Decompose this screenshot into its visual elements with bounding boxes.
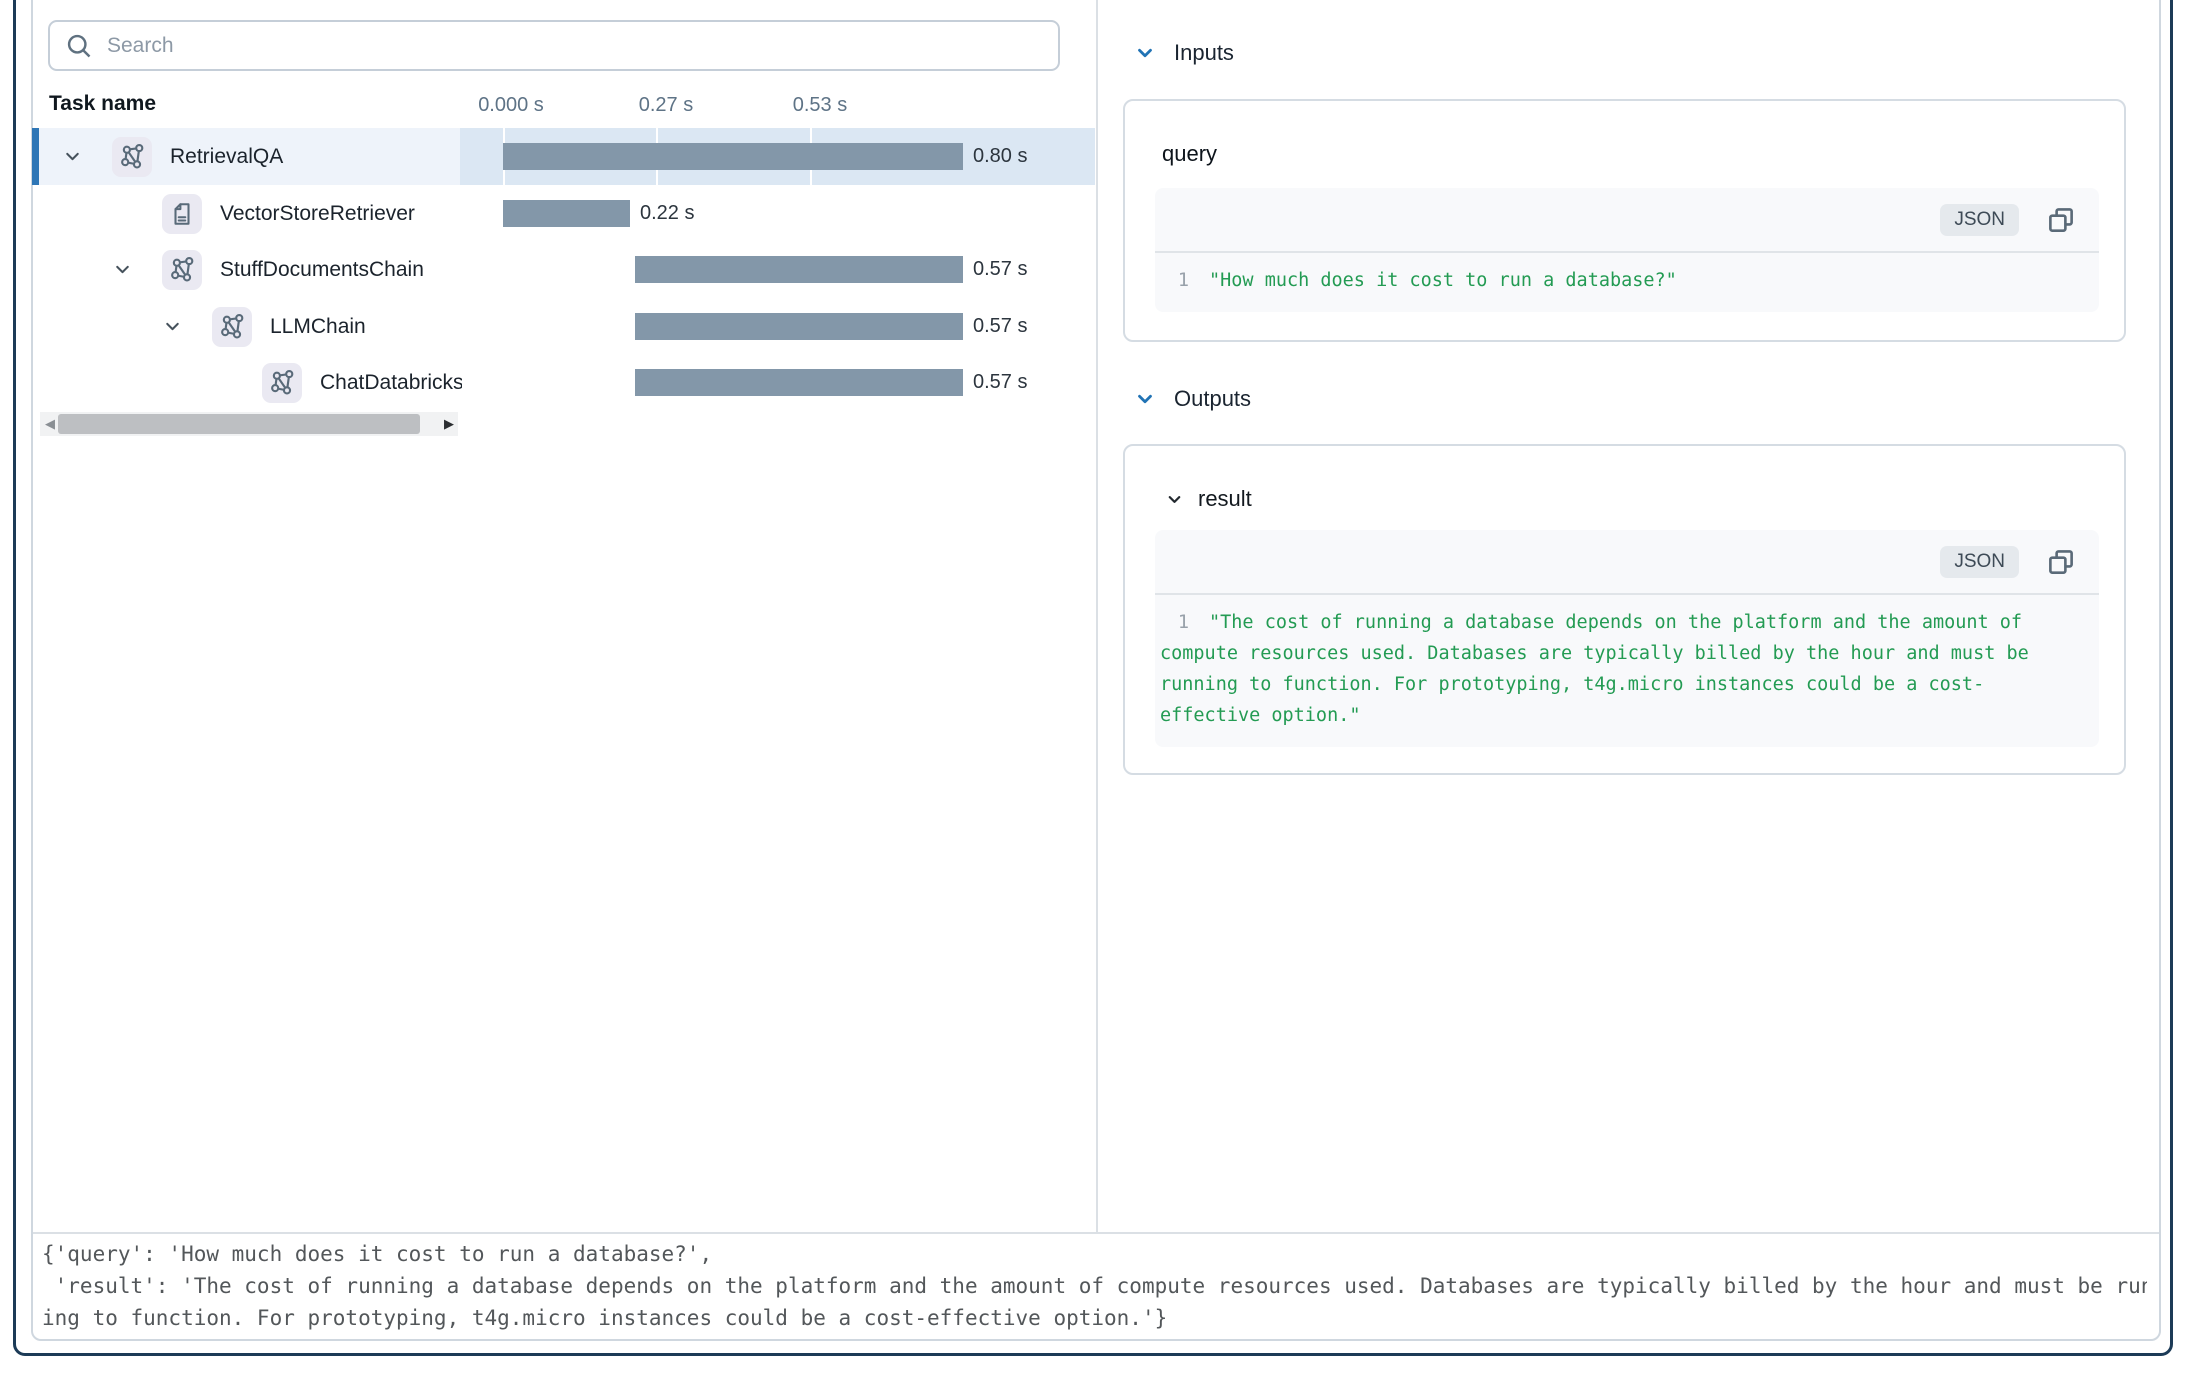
query-field-label: query [1162,141,1217,167]
output-result-card: result JSON 1"The cost of running a data… [1123,444,2126,775]
copy-button[interactable] [2045,546,2077,578]
span-name-label: RetrievalQA [170,145,283,169]
duration-label: 0.57 s [973,298,1027,355]
duration-bar [503,143,963,170]
duration-label: 0.22 s [640,185,694,242]
span-name-cell: StuffDocumentsChain [32,241,462,298]
result-code-block: JSON 1"The cost of running a database de… [1155,530,2099,747]
code-text: compute resources used. Databases are ty… [1155,638,2029,669]
code-text: "How much does it cost to run a database… [1189,265,1677,296]
line-number: 1 [1155,265,1189,296]
code-text: running to function. For prototyping, t4… [1155,669,1984,700]
outputs-title: Outputs [1174,386,1251,412]
chain-span-icon [212,307,252,347]
line-number: 1 [1155,607,1189,638]
code-line: effective option." [1155,700,2099,731]
console-line: ing to function. For prototyping, t4g.mi… [42,1302,2147,1334]
duration-bar [635,256,963,283]
query-code-content: 1"How much does it cost to run a databas… [1155,253,2099,312]
inputs-title: Inputs [1174,40,1234,66]
trace-widget-bottom-border [33,1232,2159,1234]
search-icon [65,32,93,60]
expander-chevron-icon[interactable] [62,146,112,167]
search-input[interactable] [93,22,1058,69]
code-line: 1"The cost of running a database depends… [1155,607,2099,638]
copy-icon [2046,547,2076,577]
task-name-column-header: Task name [49,92,156,116]
span-name-label: ChatDatabricks [320,371,462,395]
span-row-VectorStoreRetriever[interactable]: VectorStoreRetriever 0.22 s [32,185,1095,242]
span-name-label: LLMChain [270,315,366,339]
duration-bar [503,200,630,227]
span-row-RetrievalQA[interactable]: RetrievalQA 0.80 s [32,128,1095,185]
time-axis-tick: 0.27 s [606,94,726,117]
code-line: compute resources used. Databases are ty… [1155,638,2099,669]
span-row-LLMChain[interactable]: LLMChain 0.57 s [32,298,1095,355]
result-code-content: 1"The cost of running a database depends… [1155,595,2099,747]
duration-label: 0.57 s [973,241,1027,298]
scroll-left-arrow-icon[interactable]: ◀ [42,412,58,436]
chain-span-icon [162,250,202,290]
result-collapse-chevron-icon[interactable] [1165,490,1184,509]
inputs-section-header: Inputs [1134,40,1234,66]
chain-span-icon [262,363,302,403]
input-query-card: query JSON 1"How much does it cost to ru… [1123,99,2126,342]
inputs-collapse-chevron-icon[interactable] [1134,42,1156,64]
duration-label: 0.80 s [973,128,1027,185]
span-row-StuffDocumentsChain[interactable]: StuffDocumentsChain 0.57 s [32,241,1095,298]
console-line: {'query': 'How much does it cost to run … [42,1238,2147,1270]
retriever-document-icon [162,194,202,234]
result-field-label: result [1198,486,1252,512]
outputs-section-header: Outputs [1134,386,1251,412]
span-name-label: StuffDocumentsChain [220,258,424,282]
trace-viewer-page: Task name 0.000 s 0.27 s 0.53 s RetrievalQ… [0,0,2189,1377]
search-box [48,20,1060,71]
console-output: {'query': 'How much does it cost to run … [42,1238,2147,1334]
result-field-header: result [1165,486,1252,512]
duration-bar [635,313,963,340]
copy-icon [2046,205,2076,235]
time-axis-tick: 0.000 s [451,94,571,117]
span-name-cell: VectorStoreRetriever [32,185,462,242]
query-code-block: JSON 1"How much does it cost to run a da… [1155,188,2099,312]
span-name-cell: RetrievalQA [32,128,462,185]
span-name-cell: ChatDatabricks [32,354,462,411]
scrollbar-thumb[interactable] [58,414,420,434]
span-row-ChatDatabricks[interactable]: ChatDatabricks 0.57 s [32,354,1095,411]
outputs-collapse-chevron-icon[interactable] [1134,388,1156,410]
tree-horizontal-scrollbar[interactable]: ◀ ▶ [40,412,458,436]
code-text: "The cost of running a database depends … [1189,607,2022,638]
chain-span-icon [112,137,152,177]
scroll-right-arrow-icon[interactable]: ▶ [441,412,457,436]
copy-button[interactable] [2045,204,2077,236]
code-line: 1"How much does it cost to run a databas… [1155,265,2099,296]
span-name-label: VectorStoreRetriever [220,202,415,226]
expander-chevron-icon[interactable] [112,259,162,280]
duration-label: 0.57 s [973,354,1027,411]
duration-bar [635,369,963,396]
console-line: 'result': 'The cost of running a databas… [42,1270,2147,1302]
time-axis-tick: 0.53 s [760,94,880,117]
expander-chevron-icon[interactable] [162,316,212,337]
code-text: effective option." [1155,700,1360,731]
json-format-badge[interactable]: JSON [1940,546,2019,578]
code-line: running to function. For prototyping, t4… [1155,669,2099,700]
panel-divider [1096,0,1098,1232]
span-name-cell: LLMChain [32,298,462,355]
json-format-badge[interactable]: JSON [1940,204,2019,236]
